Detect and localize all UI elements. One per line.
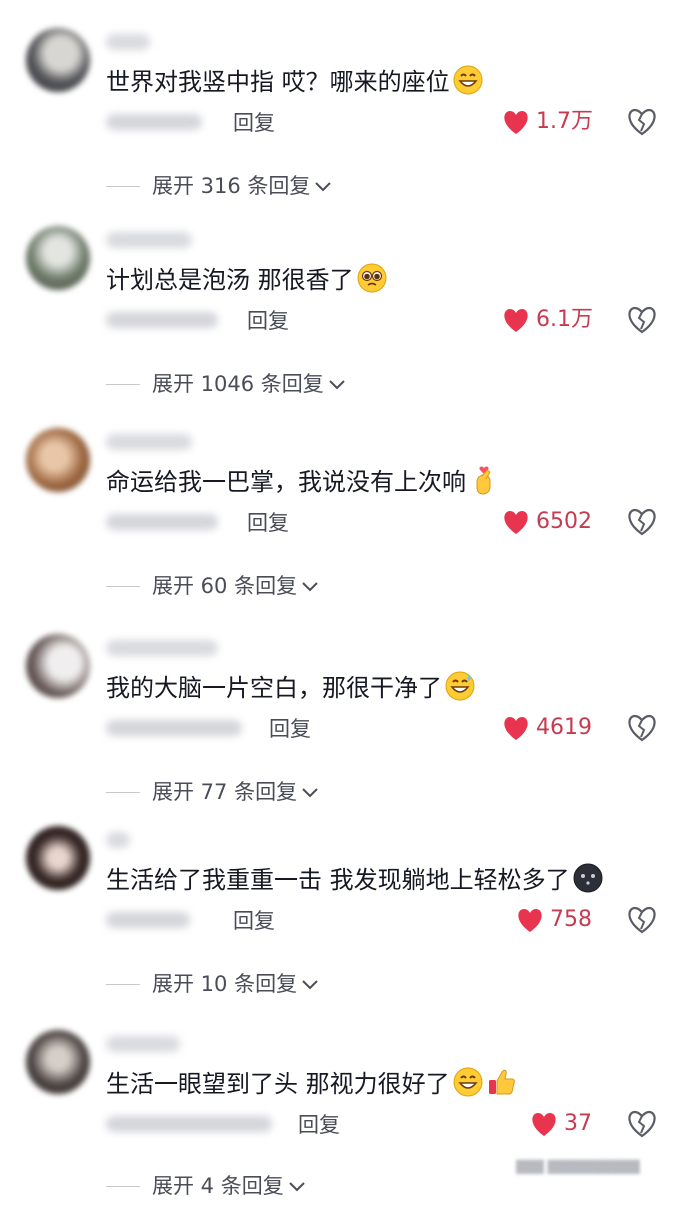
expand-replies-label: 展开 1046 条回复 bbox=[152, 372, 324, 396]
like-count: 6.1万 bbox=[536, 307, 593, 332]
grin-emoji bbox=[452, 1066, 484, 1098]
like-count: 1.7万 bbox=[536, 109, 593, 134]
divider-line bbox=[106, 791, 140, 793]
like-button[interactable]: 6502 bbox=[502, 508, 592, 536]
expand-replies-button[interactable]: 展开 1046 条回复 bbox=[106, 370, 346, 398]
comment-text: 计划总是泡汤 那很香了 bbox=[106, 262, 388, 296]
username-blurred[interactable] bbox=[106, 832, 130, 848]
avatar[interactable] bbox=[26, 226, 90, 290]
chevron-down-icon bbox=[302, 788, 318, 798]
finger-heart-emoji bbox=[468, 464, 500, 496]
heart-icon bbox=[504, 111, 528, 134]
heart-icon bbox=[532, 1113, 556, 1136]
expand-replies-label: 展开 77 条回复 bbox=[152, 780, 298, 804]
avatar[interactable] bbox=[26, 826, 90, 890]
broken-heart-icon bbox=[628, 508, 656, 536]
reply-button[interactable]: 回复 bbox=[247, 308, 289, 334]
timestamp-blurred bbox=[106, 114, 202, 130]
username-blurred[interactable] bbox=[106, 1036, 180, 1052]
expand-replies-button[interactable]: 展开 60 条回复 bbox=[106, 572, 319, 600]
broken-heart-icon bbox=[628, 906, 656, 934]
like-count: 37 bbox=[564, 1111, 592, 1136]
comment-item: 我的大脑一片空白，那很干净了 回复 4619 展开 77 条回复 bbox=[0, 634, 690, 834]
like-button[interactable]: 4619 bbox=[502, 714, 592, 742]
heart-icon bbox=[504, 511, 528, 534]
comment-item: 计划总是泡汤 那很香了 回复 6.1万 展开 1046 条回复 bbox=[0, 226, 690, 426]
username-blurred[interactable] bbox=[106, 232, 192, 248]
chevron-down-icon bbox=[289, 1182, 305, 1192]
divider-line bbox=[106, 383, 140, 385]
avatar[interactable] bbox=[26, 1030, 90, 1094]
heart-icon bbox=[518, 909, 542, 932]
broken-heart-icon bbox=[628, 1110, 656, 1138]
expand-replies-button[interactable]: 展开 4 条回复 bbox=[106, 1172, 306, 1200]
like-button[interactable]: 758 bbox=[516, 906, 592, 934]
divider-line bbox=[106, 983, 140, 985]
heart-icon bbox=[504, 309, 528, 332]
comment-item: 命运给我一巴掌，我说没有上次响 回复 6502 展开 60 条回复 bbox=[0, 428, 690, 628]
timestamp-blurred bbox=[106, 312, 218, 328]
comment-item: 生活给了我重重一击 我发现躺地上轻松多了 回复 758 展开 10 条回复 bbox=[0, 826, 690, 1026]
comment-item: 世界对我竖中指 哎？哪来的座位 回复 1.7万 展开 316 条回复 bbox=[0, 28, 690, 228]
comment-item: 生活一眼望到了头 那视力很好了 回复 37 展开 4 条回复 bbox=[0, 1030, 690, 1230]
chevron-down-icon bbox=[329, 380, 345, 390]
username-blurred[interactable] bbox=[106, 34, 150, 50]
like-count: 4619 bbox=[536, 715, 592, 740]
heart-icon bbox=[504, 717, 528, 740]
broken-heart-icon bbox=[628, 306, 656, 334]
reply-button[interactable]: 回复 bbox=[233, 110, 275, 136]
broken-heart-icon bbox=[628, 714, 656, 742]
expand-replies-button[interactable]: 展开 77 条回复 bbox=[106, 778, 319, 806]
chevron-down-icon bbox=[302, 582, 318, 592]
like-button[interactable]: 1.7万 bbox=[502, 108, 593, 136]
comment-text: 世界对我竖中指 哎？哪来的座位 bbox=[106, 64, 484, 98]
comment-text: 生活给了我重重一击 我发现躺地上轻松多了 bbox=[106, 862, 604, 896]
grin-emoji bbox=[452, 64, 484, 96]
avatar[interactable] bbox=[26, 28, 90, 92]
dislike-button[interactable] bbox=[627, 906, 657, 934]
dislike-button[interactable] bbox=[627, 306, 657, 334]
dislike-button[interactable] bbox=[627, 108, 657, 136]
expand-replies-label: 展开 10 条回复 bbox=[152, 972, 298, 996]
like-count: 6502 bbox=[536, 509, 592, 534]
comment-text: 我的大脑一片空白，那很干净了 bbox=[106, 670, 476, 704]
chevron-down-icon bbox=[315, 182, 332, 192]
avatar[interactable] bbox=[26, 428, 90, 492]
timestamp-blurred bbox=[106, 514, 218, 530]
like-count: 758 bbox=[550, 907, 592, 932]
reply-button[interactable]: 回复 bbox=[269, 716, 311, 742]
dislike-button[interactable] bbox=[627, 508, 657, 536]
comment-text: 命运给我一巴掌，我说没有上次响 bbox=[106, 464, 500, 498]
expand-replies-label: 展开 316 条回复 bbox=[152, 174, 311, 198]
username-blurred[interactable] bbox=[106, 640, 218, 656]
expand-replies-label: 展开 60 条回复 bbox=[152, 574, 298, 598]
like-button[interactable]: 6.1万 bbox=[502, 306, 593, 334]
timestamp-blurred bbox=[106, 912, 190, 928]
like-button[interactable]: 37 bbox=[530, 1110, 592, 1138]
divider-line bbox=[106, 185, 140, 187]
chevron-down-icon bbox=[302, 980, 318, 990]
pleading-emoji bbox=[356, 262, 388, 294]
dislike-button[interactable] bbox=[627, 1110, 657, 1138]
watermark-blurred: ███ ██████████ bbox=[516, 1160, 640, 1174]
timestamp-blurred bbox=[106, 1116, 272, 1132]
dark-face-emoji bbox=[572, 862, 604, 894]
timestamp-blurred bbox=[106, 720, 242, 736]
reply-button[interactable]: 回复 bbox=[298, 1112, 340, 1138]
reply-button[interactable]: 回复 bbox=[233, 908, 275, 934]
expand-replies-button[interactable]: 展开 316 条回复 bbox=[106, 172, 332, 200]
username-blurred[interactable] bbox=[106, 434, 192, 450]
comment-text: 生活一眼望到了头 那视力很好了 bbox=[106, 1066, 518, 1100]
divider-line bbox=[106, 1185, 140, 1187]
dislike-button[interactable] bbox=[627, 714, 657, 742]
expand-replies-label: 展开 4 条回复 bbox=[152, 1174, 284, 1198]
broken-heart-icon bbox=[628, 108, 656, 136]
reply-button[interactable]: 回复 bbox=[247, 510, 289, 536]
divider-line bbox=[106, 585, 140, 587]
expand-replies-button[interactable]: 展开 10 条回复 bbox=[106, 970, 319, 998]
thumbs-up-emoji bbox=[486, 1066, 518, 1098]
avatar[interactable] bbox=[26, 634, 90, 698]
grin-sweat-emoji bbox=[444, 670, 476, 702]
